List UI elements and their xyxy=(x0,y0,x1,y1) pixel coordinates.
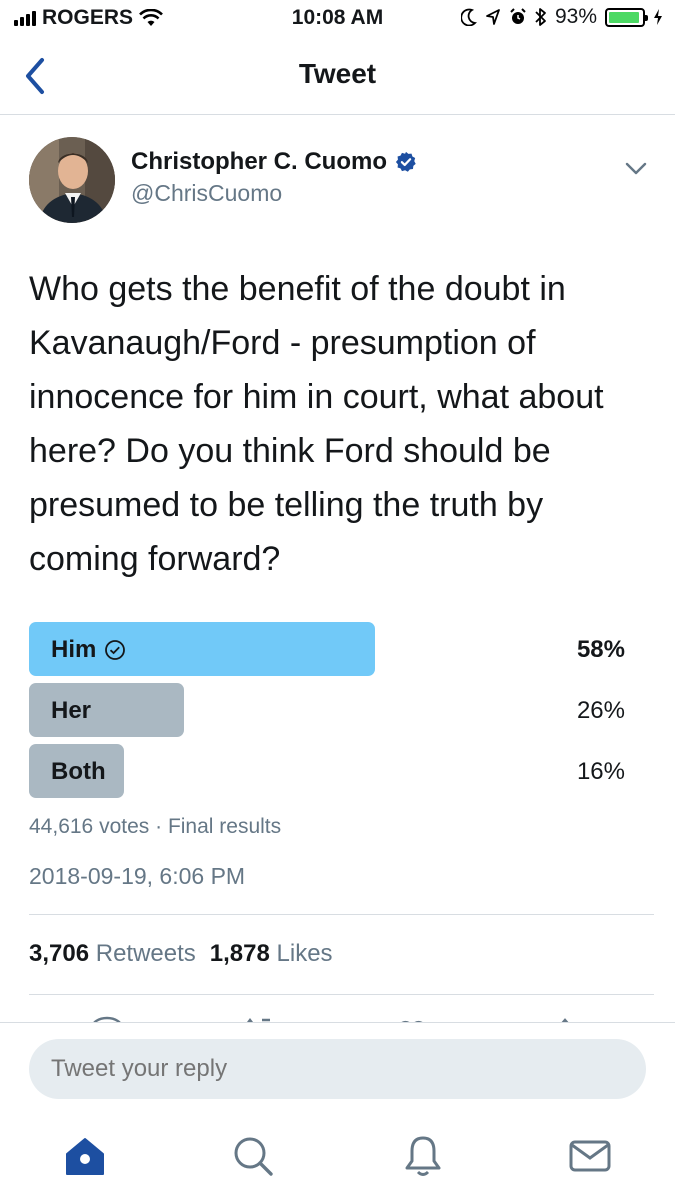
poll-option-percent: 26% xyxy=(576,697,625,724)
bluetooth-icon xyxy=(535,8,546,26)
divider xyxy=(29,994,654,995)
retweets-count: 3,706 xyxy=(29,940,90,967)
poll-separator: · xyxy=(155,815,168,838)
verified-badge-icon xyxy=(395,151,416,172)
poll-option-label: Him xyxy=(51,636,126,664)
reply-composer xyxy=(0,1022,675,1117)
location-arrow-icon xyxy=(486,9,500,25)
poll-option-percent: 16% xyxy=(576,758,625,785)
retweets-label: Retweets xyxy=(95,940,196,967)
charging-bolt-icon xyxy=(654,9,662,25)
poll-votes: 44,616 votes xyxy=(29,815,150,838)
moon-icon xyxy=(460,8,477,26)
retweets-stat[interactable]: 3,706 Retweets xyxy=(29,940,196,968)
messages-icon[interactable] xyxy=(568,1134,612,1178)
tweet-text: Who gets the benefit of the doubt in Kav… xyxy=(29,270,604,578)
battery-percent: 93% xyxy=(554,5,597,28)
poll-option-text: Him xyxy=(51,636,97,663)
poll-option-label: Both xyxy=(51,758,106,786)
reply-input[interactable] xyxy=(29,1039,646,1099)
poll-option-label: Her xyxy=(51,697,91,725)
likes-label: Likes xyxy=(276,940,333,967)
status-bar-right: 93% xyxy=(460,5,663,29)
nav-bar: Tweet xyxy=(0,38,675,115)
battery-icon xyxy=(605,7,648,27)
chevron-down-icon[interactable] xyxy=(622,156,650,182)
poll-option-percent: 58% xyxy=(576,636,625,663)
poll-option-text: Both xyxy=(51,758,106,785)
poll-option: Her 26% xyxy=(29,683,625,737)
poll-option: Both 16% xyxy=(29,744,625,798)
author-name-row: Christopher C. Cuomo xyxy=(131,148,417,176)
engagement-stats: 3,706 Retweets 1,878 Likes xyxy=(29,940,333,968)
check-circle-icon xyxy=(105,640,126,660)
avatar[interactable] xyxy=(29,137,115,223)
alarm-icon xyxy=(510,8,526,24)
likes-stat[interactable]: 1,878 Likes xyxy=(210,940,333,968)
page-title: Tweet xyxy=(298,58,377,89)
poll-option: Him 58% xyxy=(29,622,625,676)
divider xyxy=(29,914,654,915)
likes-count: 1,878 xyxy=(209,940,270,967)
notifications-icon[interactable] xyxy=(401,1134,445,1178)
poll-option-text: Her xyxy=(51,697,92,724)
tweet-actions xyxy=(0,1012,675,1022)
poll-status: Final results xyxy=(167,815,282,838)
author-handle[interactable]: @ChrisCuomo xyxy=(131,180,282,207)
status-bar: ROGERS 10:08 AM 93% xyxy=(0,0,675,38)
tweet-timestamp: 2018-09-19, 6:06 PM xyxy=(29,863,246,889)
search-icon[interactable] xyxy=(231,1134,275,1178)
home-icon[interactable] xyxy=(63,1134,107,1178)
tab-bar xyxy=(0,1118,675,1200)
author-name[interactable]: Christopher C. Cuomo xyxy=(131,148,387,176)
poll-meta: 44,616 votes · Final results xyxy=(29,815,281,839)
